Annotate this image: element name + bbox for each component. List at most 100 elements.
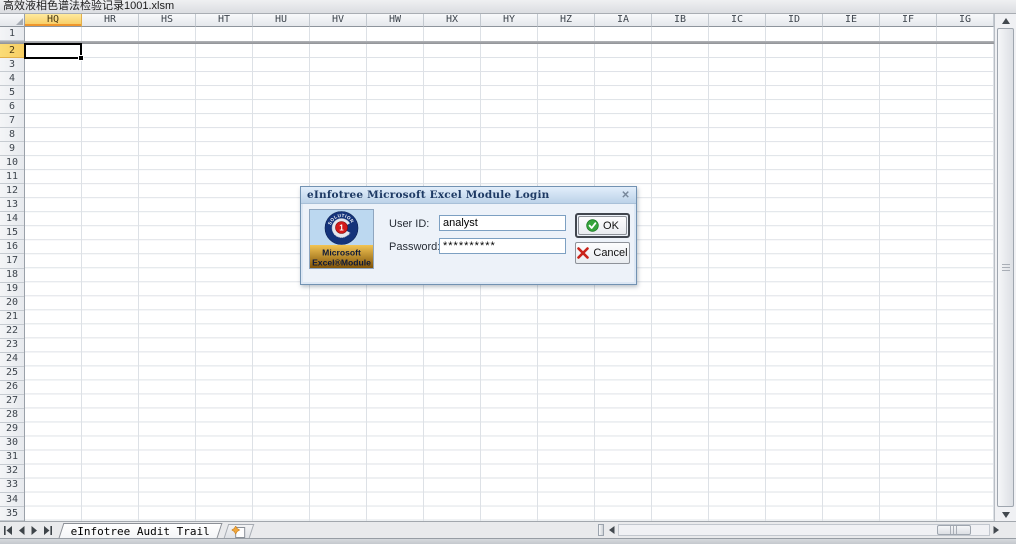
horizontal-scroll-thumb[interactable] bbox=[937, 525, 971, 535]
column-header-ig[interactable]: IG bbox=[937, 14, 994, 27]
login-dialog: eInfotree Microsoft Excel Module Login ✕… bbox=[300, 186, 637, 285]
scroll-left-button[interactable] bbox=[606, 522, 618, 538]
row-headers: 1234567891011121314151617181920212223242… bbox=[0, 27, 25, 521]
column-header-hq[interactable]: HQ bbox=[25, 14, 82, 27]
column-header-if[interactable]: IF bbox=[880, 14, 937, 27]
row-header-28[interactable]: 28 bbox=[0, 409, 24, 423]
sheet-nav-buttons bbox=[0, 522, 55, 538]
sheet-tab-label: eInfotree Audit Trail bbox=[71, 525, 210, 538]
fill-handle[interactable] bbox=[78, 55, 84, 61]
green-check-icon bbox=[586, 219, 599, 232]
einfotree-logo: SOLUTIONS PART 11 1 Microsoft Excel®Modu… bbox=[309, 209, 374, 269]
dialog-titlebar: eInfotree Microsoft Excel Module Login ✕ bbox=[301, 187, 636, 204]
row-header-14[interactable]: 14 bbox=[0, 212, 24, 226]
tab-next-button[interactable] bbox=[28, 524, 40, 537]
column-header-hs[interactable]: HS bbox=[139, 14, 196, 27]
row-header-18[interactable]: 18 bbox=[0, 269, 24, 283]
scroll-thumb-grip-icon bbox=[950, 526, 958, 534]
password-input[interactable] bbox=[439, 238, 566, 254]
password-label: Password: bbox=[389, 241, 440, 253]
triangle-right-icon bbox=[993, 526, 999, 534]
row-header-8[interactable]: 8 bbox=[0, 128, 24, 142]
row-header-33[interactable]: 33 bbox=[0, 479, 24, 493]
row-header-34[interactable]: 34 bbox=[0, 493, 24, 507]
column-header-hu[interactable]: HU bbox=[253, 14, 310, 27]
row-header-13[interactable]: 13 bbox=[0, 198, 24, 212]
triangle-down-icon bbox=[1002, 512, 1010, 518]
scroll-right-button[interactable] bbox=[990, 522, 1002, 538]
triangle-left-icon bbox=[609, 526, 615, 534]
tab-split-handle[interactable] bbox=[598, 524, 604, 536]
user-id-label: User ID: bbox=[389, 218, 429, 230]
row-header-16[interactable]: 16 bbox=[0, 240, 24, 254]
row-header-20[interactable]: 20 bbox=[0, 297, 24, 311]
triangle-up-icon bbox=[1002, 18, 1010, 24]
row-header-1[interactable]: 1 bbox=[0, 27, 24, 41]
active-cell-outline bbox=[24, 43, 82, 59]
ok-button[interactable]: OK bbox=[578, 216, 627, 235]
row-header-35[interactable]: 35 bbox=[0, 507, 24, 521]
row-header-12[interactable]: 12 bbox=[0, 184, 24, 198]
vertical-scroll-thumb[interactable] bbox=[997, 28, 1014, 507]
frozen-row-1[interactable] bbox=[25, 27, 994, 41]
dialog-body: SOLUTIONS PART 11 1 Microsoft Excel®Modu… bbox=[301, 204, 636, 284]
row-header-21[interactable]: 21 bbox=[0, 311, 24, 325]
row-header-22[interactable]: 22 bbox=[0, 325, 24, 339]
scroll-down-button[interactable] bbox=[995, 508, 1016, 521]
tab-last-button[interactable] bbox=[41, 524, 53, 537]
row-header-10[interactable]: 10 bbox=[0, 156, 24, 170]
select-all-corner[interactable] bbox=[0, 14, 25, 27]
workbook-titlebar: 高效液相色谱法检验记录1001.xlsm bbox=[0, 0, 1016, 14]
last-sheet-icon bbox=[43, 526, 52, 535]
column-header-hx[interactable]: HX bbox=[424, 14, 481, 27]
horizontal-scrollbar[interactable] bbox=[618, 524, 990, 536]
next-sheet-icon bbox=[31, 526, 38, 535]
column-header-ib[interactable]: IB bbox=[652, 14, 709, 27]
row-header-5[interactable]: 5 bbox=[0, 86, 24, 100]
row-header-4[interactable]: 4 bbox=[0, 72, 24, 86]
row-header-26[interactable]: 26 bbox=[0, 381, 24, 395]
row-header-17[interactable]: 17 bbox=[0, 254, 24, 268]
row-header-19[interactable]: 19 bbox=[0, 283, 24, 297]
cancel-button[interactable]: Cancel bbox=[575, 242, 630, 264]
row-header-24[interactable]: 24 bbox=[0, 353, 24, 367]
column-header-hy[interactable]: HY bbox=[481, 14, 538, 27]
column-header-hv[interactable]: HV bbox=[310, 14, 367, 27]
row-header-9[interactable]: 9 bbox=[0, 142, 24, 156]
column-header-id[interactable]: ID bbox=[766, 14, 823, 27]
row-header-3[interactable]: 3 bbox=[0, 58, 24, 72]
column-header-hw[interactable]: HW bbox=[367, 14, 424, 27]
column-header-ie[interactable]: IE bbox=[823, 14, 880, 27]
row-header-27[interactable]: 27 bbox=[0, 395, 24, 409]
row-header-23[interactable]: 23 bbox=[0, 339, 24, 353]
row-header-15[interactable]: 15 bbox=[0, 226, 24, 240]
scroll-up-button[interactable] bbox=[994, 14, 1016, 27]
column-header-hr[interactable]: HR bbox=[82, 14, 139, 27]
column-header-ia[interactable]: IA bbox=[595, 14, 652, 27]
user-id-input[interactable] bbox=[439, 215, 566, 231]
insert-worksheet-button[interactable] bbox=[224, 524, 255, 538]
tab-strip-filler bbox=[252, 522, 596, 538]
row-header-30[interactable]: 30 bbox=[0, 437, 24, 451]
row-header-32[interactable]: 32 bbox=[0, 465, 24, 479]
logo-line1: Microsoft bbox=[322, 248, 361, 258]
row-header-7[interactable]: 7 bbox=[0, 114, 24, 128]
tab-previous-button[interactable] bbox=[15, 524, 27, 537]
column-header-ic[interactable]: IC bbox=[709, 14, 766, 27]
sheet-tab-einfotree-audit-trail[interactable]: eInfotree Audit Trail bbox=[59, 523, 223, 538]
insert-worksheet-icon bbox=[232, 526, 246, 538]
row-header-2[interactable]: 2 bbox=[0, 44, 24, 58]
select-all-triangle-icon bbox=[16, 18, 23, 25]
tab-first-button[interactable] bbox=[2, 524, 14, 537]
vertical-scrollbar[interactable] bbox=[994, 27, 1016, 521]
scroll-thumb-grip-icon bbox=[1002, 264, 1010, 272]
row-header-25[interactable]: 25 bbox=[0, 367, 24, 381]
first-sheet-icon bbox=[4, 526, 13, 535]
dialog-close-icon[interactable]: ✕ bbox=[621, 190, 630, 201]
row-header-29[interactable]: 29 bbox=[0, 423, 24, 437]
row-header-11[interactable]: 11 bbox=[0, 170, 24, 184]
row-header-6[interactable]: 6 bbox=[0, 100, 24, 114]
column-header-ht[interactable]: HT bbox=[196, 14, 253, 27]
row-header-31[interactable]: 31 bbox=[0, 451, 24, 465]
column-header-hz[interactable]: HZ bbox=[538, 14, 595, 27]
